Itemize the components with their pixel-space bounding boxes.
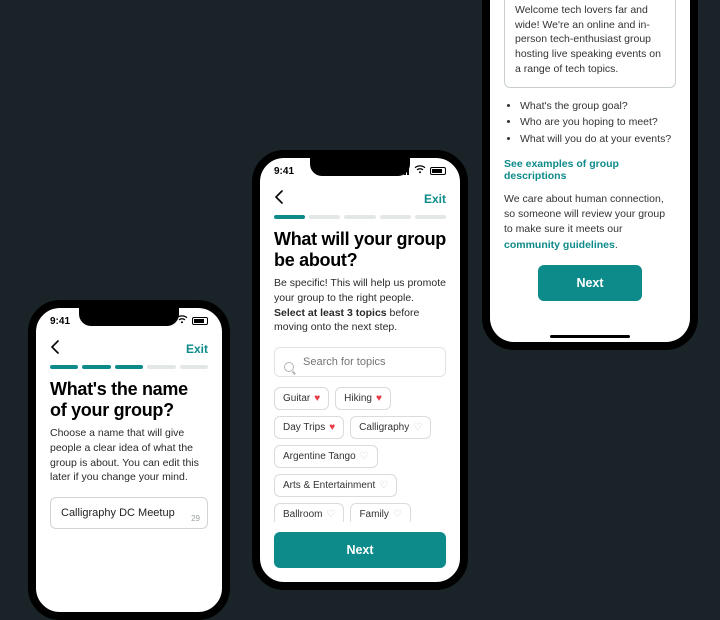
- next-button[interactable]: Next: [274, 532, 446, 568]
- phone-frame-description-step: People will see this when we promote you…: [482, 0, 698, 350]
- review-footnote: We care about human connection, so someo…: [504, 192, 676, 253]
- exit-button[interactable]: Exit: [186, 342, 208, 356]
- nav-row: Exit: [36, 334, 222, 365]
- search-icon: [284, 362, 294, 372]
- topic-chip-label: Hiking: [344, 393, 372, 404]
- group-description-input[interactable]: Welcome tech lovers far and wide! We're …: [504, 0, 676, 88]
- prompt-item: What will you do at your events?: [520, 131, 676, 148]
- topic-chip[interactable]: Argentine Tango ♡: [274, 445, 378, 468]
- topic-chip-label: Guitar: [283, 393, 310, 404]
- topic-chip-list: Guitar♥Hiking♥Day Trips♥Calligraphy♡Arge…: [274, 387, 446, 522]
- topic-chip-label: Arts & Entertainment: [283, 480, 375, 491]
- next-button[interactable]: Next: [538, 265, 641, 301]
- battery-icon: [192, 317, 208, 325]
- back-button[interactable]: [50, 338, 60, 359]
- page-subtitle: Choose a name that will give people a cl…: [50, 426, 208, 485]
- topic-chip[interactable]: Day Trips ♥: [274, 416, 344, 439]
- heart-icon: ♥: [314, 393, 320, 404]
- status-time: 9:41: [50, 316, 70, 327]
- description-prompts: What's the group goal?Who are you hoping…: [504, 98, 676, 148]
- phone-frame-name-step: 9:41 Exit What's the name of your group?…: [28, 300, 230, 620]
- status-time: 9:41: [274, 166, 294, 177]
- topic-chip[interactable]: Ballroom ♡: [274, 503, 344, 522]
- progress-bar: [36, 365, 222, 379]
- home-indicator: [550, 335, 630, 338]
- topic-chip[interactable]: Family ♡: [350, 503, 410, 522]
- community-guidelines-link[interactable]: community guidelines: [504, 239, 615, 251]
- battery-icon: [430, 167, 446, 175]
- topic-chip-label: Calligraphy: [359, 422, 409, 433]
- page-title: What's the name of your group?: [50, 379, 208, 420]
- topic-chip[interactable]: Arts & Entertainment ♡: [274, 474, 397, 497]
- topic-chip-label: Day Trips: [283, 422, 325, 433]
- topic-chip-label: Ballroom: [283, 509, 322, 520]
- nav-row: Exit: [260, 184, 460, 215]
- topic-chip[interactable]: Calligraphy ♡: [350, 416, 431, 439]
- topic-search-input[interactable]: [274, 347, 446, 377]
- topic-chip-label: Argentine Tango: [283, 451, 356, 462]
- prompt-item: Who are you hoping to meet?: [520, 114, 676, 131]
- heart-icon: ♥: [376, 393, 382, 404]
- back-button[interactable]: [274, 188, 284, 209]
- heart-icon: ♥: [329, 422, 335, 433]
- group-name-input[interactable]: [50, 497, 208, 529]
- notch: [310, 158, 410, 176]
- page-title: What will your group be about?: [274, 229, 446, 270]
- heart-icon: ♡: [413, 422, 422, 433]
- notch: [79, 308, 179, 326]
- exit-button[interactable]: Exit: [424, 192, 446, 206]
- phone-frame-topics-step: 9:41 Exit What will your group be about?…: [252, 150, 468, 590]
- topic-chip[interactable]: Hiking ♥: [335, 387, 391, 410]
- heart-icon: ♡: [360, 451, 369, 462]
- progress-bar: [260, 215, 460, 229]
- page-subtitle: Be specific! This will help us promote y…: [274, 276, 446, 335]
- examples-link[interactable]: See examples of group descriptions: [504, 158, 676, 182]
- topic-chip[interactable]: Guitar ♥: [274, 387, 329, 410]
- heart-icon: ♡: [379, 480, 388, 491]
- heart-icon: ♡: [393, 509, 402, 520]
- prompt-item: What's the group goal?: [520, 98, 676, 115]
- heart-icon: ♡: [326, 509, 335, 520]
- topic-chip-label: Family: [359, 509, 388, 520]
- char-count: 29: [191, 514, 200, 523]
- wifi-icon: [414, 165, 426, 177]
